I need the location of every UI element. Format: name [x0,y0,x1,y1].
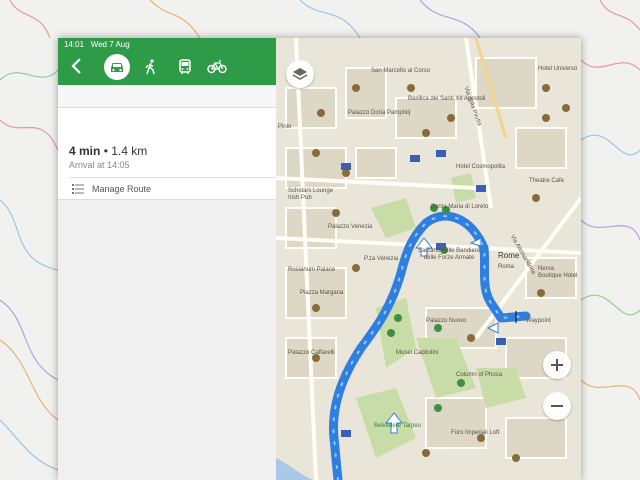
mode-walk-button[interactable] [138,54,164,80]
map-label: Foro Imperiali Loft [451,430,500,436]
header-bar: 14:01 Wed 7 Aug [58,38,276,85]
status-bar: 14:01 Wed 7 Aug [64,40,130,49]
bus-icon [179,59,191,74]
bike-icon [207,60,227,74]
map-label: Sacrario delle Bandiere delle Forze Arma… [417,248,481,261]
route-summary: 4 min • 1.4 km Arrival at 14:05 Manage R… [58,108,276,200]
status-time: 14:01 [64,40,85,49]
route-panel: 4 min • 1.4 km Arrival at 14:05 Manage R… [58,85,276,480]
map-label: Santa Maria di Loreto [431,204,489,210]
map-label: Palazzo Venezia [328,224,373,230]
back-button[interactable] [67,56,87,76]
minus-icon [551,405,563,407]
car-icon [111,63,123,72]
map-label: Piazza Margana [300,290,344,296]
map-label: Nerva Boutique Hotel [538,266,578,279]
map-label: Palazzo Doria Pamphilj [348,110,411,116]
summary-divider [69,177,276,178]
app-window: 14:01 Wed 7 Aug 4 min • 1.4 km Arrival a… [58,38,581,480]
map-label: Palazzo Caffarelli [288,350,335,356]
route-duration-distance: 4 min • 1.4 km [69,144,147,158]
map-label: Belvedere Tarpeo [374,423,421,429]
route-separator: • [103,144,108,158]
map-label: Roma [498,264,515,270]
map-label: Pinio [278,124,292,130]
map-label: San Marcello al Corso [371,68,431,74]
map-layers-button[interactable] [286,60,314,88]
manage-route-button[interactable]: Manage Route [72,184,151,194]
walk-icon [145,59,155,75]
plus-icon [551,359,563,371]
map-label: Scholars Lounge Irish Pub [288,188,334,201]
mode-transit-button[interactable] [172,54,198,80]
manage-route-label: Manage Route [92,184,152,194]
mode-bike-button[interactable] [204,54,230,80]
zoom-in-button[interactable] [543,351,571,379]
mode-car-button[interactable] [104,54,130,80]
map-label-waypoint: Waypoint [526,318,551,324]
map-view[interactable]: San Marcello al Corso Palazzo Doria Pamp… [276,38,581,480]
map-label: Rosianum Palace [288,267,336,273]
list-icon [72,184,84,194]
route-duration: 4 min [69,144,101,158]
zoom-out-button[interactable] [543,392,571,420]
map-label: Theatre Cafe [529,178,565,184]
map-label: Column of Phoca [456,372,503,378]
map-label: Musei Capitolini [396,350,439,356]
map-label: Hotel Cosmopolita [456,164,506,170]
panel-header-strip [58,85,276,108]
arrival-time: Arrival at 14:05 [69,160,130,170]
map-label: Palazzo Nuovo [426,318,467,324]
status-date: Wed 7 Aug [90,40,130,49]
chevron-left-icon [71,58,81,74]
map-label: P.za Venezia [364,256,399,262]
route-distance: 1.4 km [111,144,148,158]
layers-icon [292,68,308,80]
map-label: Hotel Universo [538,66,578,72]
